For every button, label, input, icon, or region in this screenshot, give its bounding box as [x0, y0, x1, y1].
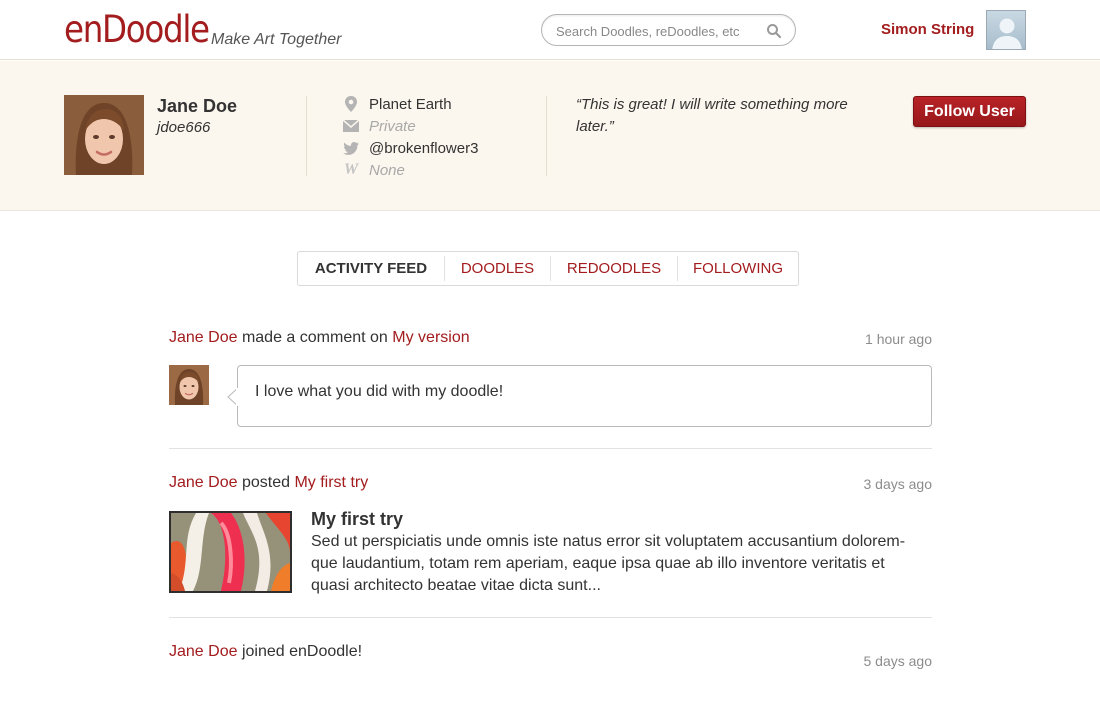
- comment-bubble: I love what you did with my doodle!: [237, 365, 932, 427]
- tab-redoodles[interactable]: REDOODLES: [551, 256, 678, 281]
- bubble-joint: [236, 388, 239, 406]
- profile-name: Jane Doe: [157, 96, 238, 116]
- feed-item-comment-header: Jane Doe made a comment on My version: [169, 329, 470, 347]
- comment-text: I love what you did with my doodle!: [255, 383, 504, 400]
- tab-doodles[interactable]: DOODLES: [445, 256, 551, 281]
- tab-following[interactable]: FOLLOWING: [678, 256, 798, 281]
- timestamp: 1 hour ago: [865, 331, 932, 347]
- email-row: Private: [343, 116, 416, 136]
- actor-link[interactable]: Jane Doe: [169, 474, 238, 491]
- actor-link[interactable]: Jane Doe: [169, 329, 238, 346]
- location-row: Planet Earth: [343, 94, 452, 114]
- feed-divider: [169, 448, 932, 449]
- email-text: Private: [369, 117, 416, 135]
- top-bar: enDoodle Make Art Together Simon String: [0, 0, 1100, 60]
- commenter-avatar[interactable]: [169, 365, 209, 405]
- search-box[interactable]: [541, 14, 796, 46]
- feed-item-post-header: Jane Doe posted My first try: [169, 474, 368, 492]
- timestamp: 5 days ago: [863, 653, 933, 669]
- website-text: None: [369, 161, 405, 179]
- doodle-thumbnail[interactable]: [169, 511, 292, 593]
- divider: [546, 96, 547, 176]
- feed-item-joined: Jane Doe joined enDoodle!: [169, 643, 362, 661]
- profile-handle: jdoe666: [157, 119, 211, 136]
- follow-user-button[interactable]: Follow User: [913, 96, 1026, 127]
- default-avatar-icon: [992, 18, 1022, 49]
- current-user-name[interactable]: Simon String: [881, 21, 974, 38]
- current-user-avatar[interactable]: [986, 10, 1026, 50]
- divider: [306, 96, 307, 176]
- envelope-icon: [343, 118, 359, 134]
- action-text: made a comment on: [241, 329, 388, 346]
- post-title[interactable]: My first try: [311, 509, 403, 530]
- action-text: joined enDoodle!: [241, 643, 363, 660]
- logo[interactable]: enDoodle: [64, 8, 210, 52]
- profile-quote: “This is great! I will write something m…: [576, 96, 848, 135]
- timestamp: 3 days ago: [863, 476, 933, 492]
- profile-tabs: ACTIVITY FEED DOODLES REDOODLES FOLLOWIN…: [297, 251, 799, 286]
- location-text: Planet Earth: [369, 95, 452, 113]
- twitter-handle[interactable]: @brokenflower3: [369, 140, 478, 157]
- search-input[interactable]: [556, 21, 761, 41]
- action-text: posted: [241, 474, 290, 491]
- location-pin-icon: [343, 96, 359, 112]
- profile-header: Jane Doe jdoe666 Planet Earth Private @b…: [0, 61, 1100, 211]
- profile-photo: [64, 95, 144, 175]
- target-link[interactable]: My version: [392, 329, 469, 346]
- tab-activity-feed[interactable]: ACTIVITY FEED: [298, 256, 445, 281]
- twitter-bird-icon: [343, 140, 359, 156]
- feed-divider: [169, 617, 932, 618]
- actor-link[interactable]: Jane Doe: [169, 643, 238, 660]
- website-w-icon: W: [343, 161, 359, 178]
- twitter-row[interactable]: @brokenflower3: [343, 138, 478, 158]
- website-row: W None: [343, 160, 405, 180]
- post-excerpt: Sed ut perspiciatis unde omnis iste natu…: [311, 533, 906, 594]
- search-icon[interactable]: [766, 23, 782, 39]
- tagline: Make Art Together: [211, 31, 342, 48]
- target-link[interactable]: My first try: [294, 474, 368, 491]
